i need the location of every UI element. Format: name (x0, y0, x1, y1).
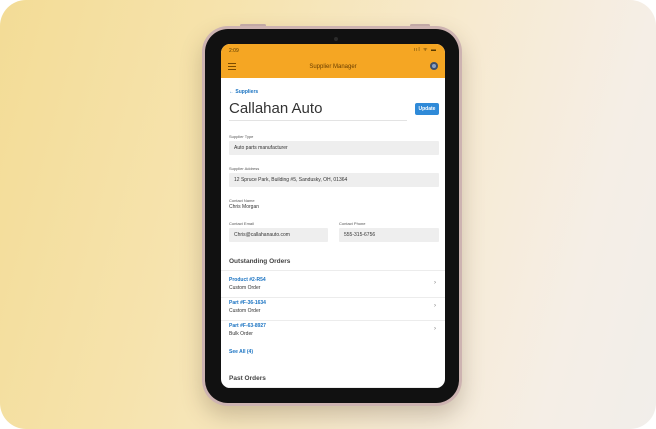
chevron-right-icon: › (434, 280, 436, 286)
section-divider (221, 270, 445, 271)
update-button[interactable]: Update (415, 103, 439, 115)
order-name: Product #2-R54 (229, 277, 266, 283)
contact-email-label: Contact Email (229, 221, 254, 226)
past-orders-heading: Past Orders (229, 375, 266, 382)
order-type: Custom Order (229, 285, 261, 291)
contact-name-value: Chris Morgan (229, 204, 260, 210)
contact-email-field[interactable]: Chris@callahanauto.com (229, 228, 328, 242)
profile-icon[interactable] (430, 62, 438, 70)
supplier-address-label: Supplier Address (229, 166, 260, 171)
order-name: Part #F-36-1634 (229, 300, 266, 306)
page-title: Callahan Auto (229, 100, 323, 117)
supplier-type-field[interactable]: Auto parts manufacturer (229, 141, 439, 155)
contact-phone-field[interactable]: 555-315-6756 (339, 228, 439, 242)
app-title: Supplier Manager (309, 64, 357, 70)
app-screen: 2:09 ııl ᯤ ▬ Supplier Manager ← Supplier… (221, 44, 445, 388)
camera-icon (334, 37, 338, 41)
order-list-item[interactable]: Part #F-36-1634 Custom Order › (221, 297, 445, 319)
order-name: Part #F-63-8927 (229, 323, 266, 329)
contact-name-label: Contact Name (229, 198, 255, 203)
background: 2:09 ııl ᯤ ▬ Supplier Manager ← Supplier… (0, 0, 656, 429)
order-list-item[interactable]: Product #2-R54 Custom Order › (221, 274, 445, 296)
order-type: Custom Order (229, 308, 261, 314)
order-list-item[interactable]: Part #F-63-8927 Bulk Order › (221, 320, 445, 342)
see-all-link[interactable]: See All (4) (229, 349, 253, 355)
title-divider (229, 120, 407, 121)
order-type: Bulk Order (229, 331, 253, 337)
section-divider (221, 387, 445, 388)
supplier-address-field[interactable]: 12 Spruce Park, Building #5, Sandusky, O… (229, 173, 439, 187)
supplier-detail: ← Suppliers Callahan Auto Update Supplie… (221, 78, 445, 388)
chevron-right-icon: › (434, 303, 436, 309)
supplier-type-label: Supplier Type (229, 134, 254, 139)
chevron-right-icon: › (434, 326, 436, 332)
app-bar: 2:09 ııl ᯤ ▬ Supplier Manager (221, 44, 445, 78)
back-link[interactable]: ← Suppliers (229, 89, 258, 95)
status-time: 2:09 (229, 48, 239, 54)
contact-phone-label: Contact Phone (339, 221, 366, 226)
status-icons: ııl ᯤ ▬ (413, 47, 437, 53)
outstanding-orders-heading: Outstanding Orders (229, 258, 291, 265)
